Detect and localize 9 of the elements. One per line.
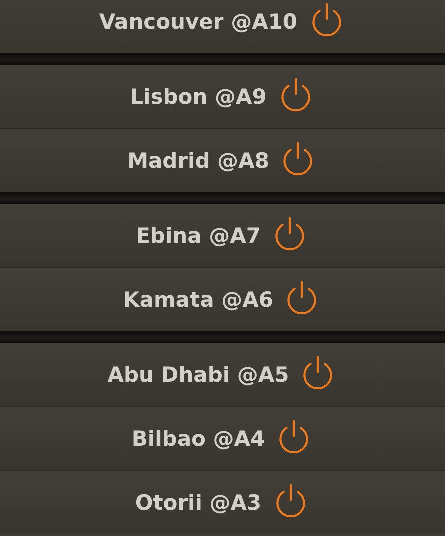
device-label: Kamata @A6	[124, 288, 274, 312]
device-label: Madrid @A8	[128, 148, 270, 172]
device-label: Vancouver @A10	[99, 10, 298, 34]
device-label: Ebina @A7	[136, 224, 261, 248]
device-label: Lisbon @A9	[130, 84, 267, 108]
device-label: Bilbao @A4	[132, 426, 266, 450]
device-label: Otorii @A3	[135, 490, 262, 514]
device-row[interactable]: Vancouver @A10	[0, 0, 445, 53]
device-label: Abu Dhabi @A5	[108, 362, 290, 386]
